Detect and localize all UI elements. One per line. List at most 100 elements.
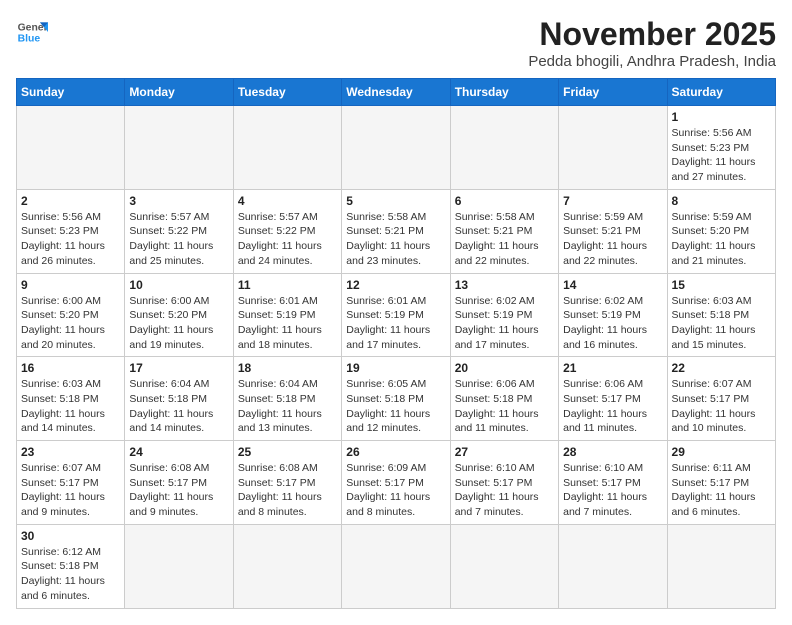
calendar-day-cell: 28 Sunrise: 6:10 AM Sunset: 5:17 PM Dayli… [559,441,667,525]
day-number: 14 [563,278,662,292]
day-info: Sunrise: 6:09 AM Sunset: 5:17 PM Dayligh… [346,461,445,520]
day-number: 13 [455,278,554,292]
day-number: 12 [346,278,445,292]
day-number: 25 [238,445,337,459]
calendar-day-cell: 3 Sunrise: 5:57 AM Sunset: 5:22 PM Daylig… [125,189,233,273]
calendar-day-cell [667,524,775,608]
calendar-day-cell: 1 Sunrise: 5:56 AM Sunset: 5:23 PM Daylig… [667,106,775,190]
day-info: Sunrise: 6:06 AM Sunset: 5:18 PM Dayligh… [455,377,554,436]
calendar-day-cell: 15 Sunrise: 6:03 AM Sunset: 5:18 PM Dayli… [667,273,775,357]
calendar-day-cell [450,106,558,190]
calendar-week-row: 9Sunrise: 6:00 AM Sunset: 5:20 PM Daylig… [17,273,776,357]
day-info: Sunrise: 5:59 AM Sunset: 5:21 PM Dayligh… [563,210,662,269]
day-info: Sunrise: 5:58 AM Sunset: 5:21 PM Dayligh… [346,210,445,269]
calendar-day-cell [559,524,667,608]
calendar-day-cell: 14 Sunrise: 6:02 AM Sunset: 5:19 PM Dayli… [559,273,667,357]
title-section: November 2025 Pedda bhogili, Andhra Prad… [528,16,776,70]
day-number: 28 [563,445,662,459]
day-number: 19 [346,361,445,375]
day-info: Sunrise: 6:00 AM Sunset: 5:20 PM Dayligh… [129,294,228,353]
calendar-day-cell: 6 Sunrise: 5:58 AM Sunset: 5:21 PM Daylig… [450,189,558,273]
day-info: Sunrise: 6:12 AM Sunset: 5:18 PM Dayligh… [21,545,120,604]
calendar-day-cell: 30 Sunrise: 6:12 AM Sunset: 5:18 PM Dayli… [17,524,125,608]
calendar-day-cell: 24Sunrise: 6:08 AM Sunset: 5:17 PM Dayli… [125,441,233,525]
month-title: November 2025 [528,16,776,53]
calendar-day-cell: 27Sunrise: 6:10 AM Sunset: 5:17 PM Dayli… [450,441,558,525]
day-info: Sunrise: 6:08 AM Sunset: 5:17 PM Dayligh… [238,461,337,520]
day-info: Sunrise: 5:58 AM Sunset: 5:21 PM Dayligh… [455,210,554,269]
day-info: Sunrise: 6:03 AM Sunset: 5:18 PM Dayligh… [672,294,771,353]
calendar-day-cell [125,106,233,190]
day-number: 24 [129,445,228,459]
calendar-day-header: Thursday [450,79,558,106]
day-number: 29 [672,445,771,459]
day-number: 26 [346,445,445,459]
day-number: 21 [563,361,662,375]
calendar-day-cell: 22Sunrise: 6:07 AM Sunset: 5:17 PM Dayli… [667,357,775,441]
day-number: 4 [238,194,337,208]
calendar-day-cell [233,524,341,608]
day-info: Sunrise: 5:56 AM Sunset: 5:23 PM Dayligh… [672,126,771,185]
logo-icon: General Blue [16,16,48,48]
day-info: Sunrise: 6:04 AM Sunset: 5:18 PM Dayligh… [129,377,228,436]
day-number: 5 [346,194,445,208]
calendar-day-cell: 18 Sunrise: 6:04 AM Sunset: 5:18 PM Dayli… [233,357,341,441]
calendar-day-cell: 5 Sunrise: 5:58 AM Sunset: 5:21 PM Daylig… [342,189,450,273]
day-info: Sunrise: 6:11 AM Sunset: 5:17 PM Dayligh… [672,461,771,520]
calendar-day-header: Wednesday [342,79,450,106]
day-info: Sunrise: 5:59 AM Sunset: 5:20 PM Dayligh… [672,210,771,269]
day-number: 17 [129,361,228,375]
calendar-day-cell [450,524,558,608]
day-info: Sunrise: 6:03 AM Sunset: 5:18 PM Dayligh… [21,377,120,436]
day-number: 15 [672,278,771,292]
calendar-day-header: Monday [125,79,233,106]
calendar-day-header: Tuesday [233,79,341,106]
calendar-day-cell: 8 Sunrise: 5:59 AM Sunset: 5:20 PM Daylig… [667,189,775,273]
calendar-day-cell [233,106,341,190]
day-info: Sunrise: 6:06 AM Sunset: 5:17 PM Dayligh… [563,377,662,436]
calendar-day-cell: 29 Sunrise: 6:11 AM Sunset: 5:17 PM Dayli… [667,441,775,525]
day-info: Sunrise: 6:02 AM Sunset: 5:19 PM Dayligh… [563,294,662,353]
day-info: Sunrise: 6:02 AM Sunset: 5:19 PM Dayligh… [455,294,554,353]
day-number: 3 [129,194,228,208]
calendar-day-cell: 17 Sunrise: 6:04 AM Sunset: 5:18 PM Dayli… [125,357,233,441]
calendar-day-cell: 13 Sunrise: 6:02 AM Sunset: 5:19 PM Dayli… [450,273,558,357]
calendar-day-cell: 2 Sunrise: 5:56 AM Sunset: 5:23 PM Daylig… [17,189,125,273]
day-number: 10 [129,278,228,292]
day-info: Sunrise: 6:10 AM Sunset: 5:17 PM Dayligh… [563,461,662,520]
calendar-week-row: 30 Sunrise: 6:12 AM Sunset: 5:18 PM Dayli… [17,524,776,608]
day-number: 1 [672,110,771,124]
calendar-week-row: 2 Sunrise: 5:56 AM Sunset: 5:23 PM Daylig… [17,189,776,273]
day-info: Sunrise: 6:04 AM Sunset: 5:18 PM Dayligh… [238,377,337,436]
calendar-day-cell [342,106,450,190]
calendar-day-cell: 7Sunrise: 5:59 AM Sunset: 5:21 PM Daylig… [559,189,667,273]
calendar-week-row: 16Sunrise: 6:03 AM Sunset: 5:18 PM Dayli… [17,357,776,441]
day-info: Sunrise: 6:07 AM Sunset: 5:17 PM Dayligh… [21,461,120,520]
calendar-day-cell: 4 Sunrise: 5:57 AM Sunset: 5:22 PM Daylig… [233,189,341,273]
calendar-day-cell: 10 Sunrise: 6:00 AM Sunset: 5:20 PM Dayli… [125,273,233,357]
day-number: 27 [455,445,554,459]
calendar-day-cell: 21 Sunrise: 6:06 AM Sunset: 5:17 PM Dayli… [559,357,667,441]
day-info: Sunrise: 5:57 AM Sunset: 5:22 PM Dayligh… [129,210,228,269]
day-info: Sunrise: 5:56 AM Sunset: 5:23 PM Dayligh… [21,210,120,269]
calendar-day-header: Friday [559,79,667,106]
logo: General Blue [16,16,48,48]
day-number: 8 [672,194,771,208]
day-number: 30 [21,529,120,543]
calendar-day-cell [125,524,233,608]
day-number: 20 [455,361,554,375]
calendar-day-cell: 16Sunrise: 6:03 AM Sunset: 5:18 PM Dayli… [17,357,125,441]
day-number: 6 [455,194,554,208]
day-number: 18 [238,361,337,375]
calendar-day-cell: 25 Sunrise: 6:08 AM Sunset: 5:17 PM Dayli… [233,441,341,525]
day-number: 2 [21,194,120,208]
calendar-week-row: 23Sunrise: 6:07 AM Sunset: 5:17 PM Dayli… [17,441,776,525]
calendar-day-cell: 20 Sunrise: 6:06 AM Sunset: 5:18 PM Dayli… [450,357,558,441]
calendar-day-cell: 26 Sunrise: 6:09 AM Sunset: 5:17 PM Dayli… [342,441,450,525]
calendar-day-cell: 11Sunrise: 6:01 AM Sunset: 5:19 PM Dayli… [233,273,341,357]
page-header: General Blue November 2025 Pedda bhogili… [16,16,776,70]
calendar-day-cell: 12 Sunrise: 6:01 AM Sunset: 5:19 PM Dayli… [342,273,450,357]
day-info: Sunrise: 6:01 AM Sunset: 5:19 PM Dayligh… [346,294,445,353]
day-info: Sunrise: 5:57 AM Sunset: 5:22 PM Dayligh… [238,210,337,269]
calendar-day-header: Saturday [667,79,775,106]
